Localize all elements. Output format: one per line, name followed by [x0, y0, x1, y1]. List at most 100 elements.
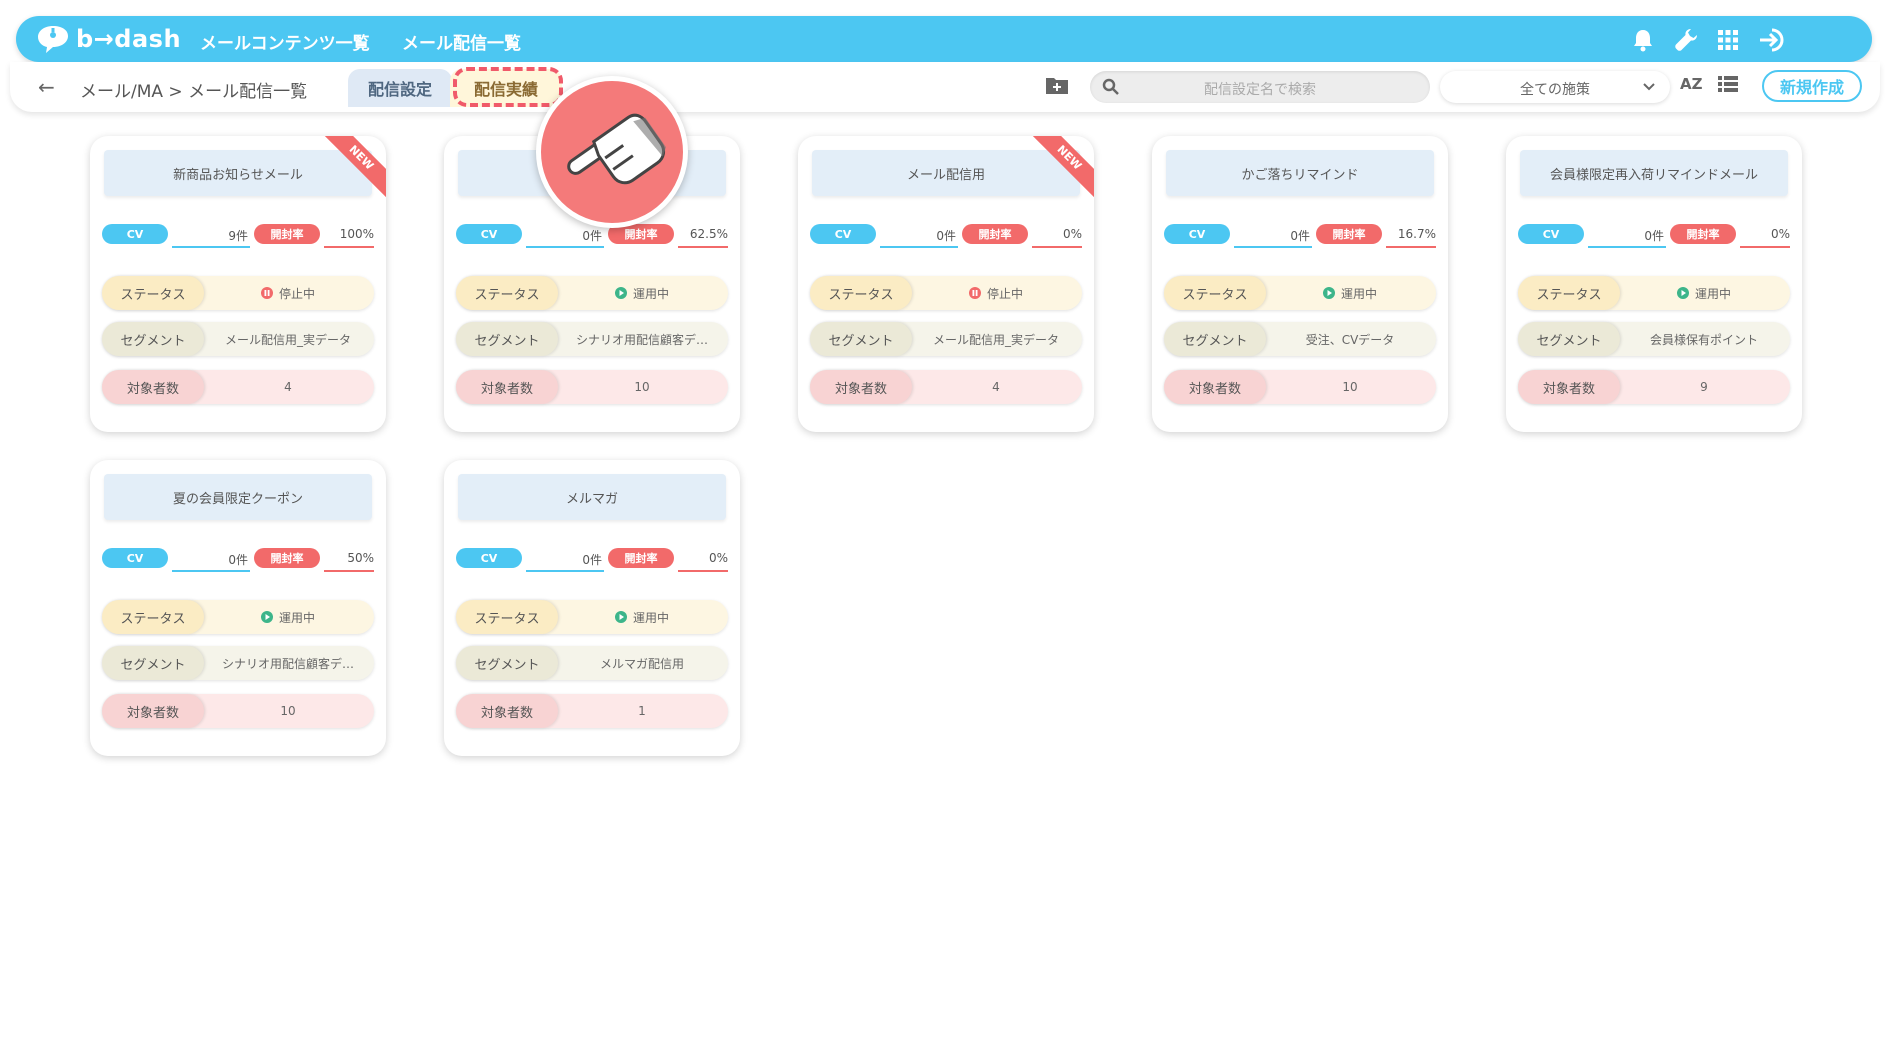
open-rate-value: 50%	[347, 551, 374, 565]
select-value: 全ての施策	[1520, 82, 1590, 98]
segment-label: セグメント	[102, 646, 204, 680]
target-row: 対象者数 1	[456, 694, 728, 728]
target-row: 対象者数 4	[810, 370, 1082, 404]
create-new-button[interactable]: 新規作成	[1762, 70, 1862, 102]
target-value: 9	[1700, 380, 1708, 394]
open-rate-value: 0%	[708, 551, 728, 565]
cv-badge: CV	[456, 224, 522, 244]
status-label: ステータス	[456, 276, 558, 310]
segment-row: セグメント 受注、CVデータ	[1164, 322, 1436, 356]
open-rate-value: 0%	[1770, 227, 1790, 241]
cv-underline	[172, 246, 250, 248]
nav-mail-delivery[interactable]: メール配信一覧	[402, 29, 521, 54]
bdash-logo[interactable]: b→dash	[36, 22, 181, 56]
apps-grid-icon[interactable]	[1713, 25, 1743, 55]
segment-label: セグメント	[1518, 322, 1620, 356]
cv-value: 0件	[1290, 229, 1310, 243]
target-row: 対象者数 10	[1164, 370, 1436, 404]
cv-underline	[526, 570, 604, 572]
segment-label: セグメント	[810, 322, 912, 356]
card-metrics: CV 0件 開封率 16.7%	[1164, 224, 1436, 248]
card-title: 会員様限定再入荷リマインドメール	[1520, 150, 1788, 196]
search-input[interactable]: 配信設定名で検索	[1090, 71, 1430, 103]
status-text: 運用中	[632, 286, 669, 301]
logo-text: b→dash	[76, 25, 182, 53]
open-rate-underline	[324, 570, 374, 572]
delivery-card[interactable]: 会員様限定再入荷リマインドメール CV 0件 開封率 0% ステータス 運用中 セグメント 会員…	[1506, 136, 1802, 432]
status-label: ステータス	[102, 600, 204, 634]
card-title: メール配信用	[812, 150, 1080, 196]
play-status-icon	[1322, 287, 1335, 299]
logout-icon[interactable]	[1758, 25, 1788, 55]
open-rate-badge: 開封率	[962, 224, 1028, 244]
segment-label: セグメント	[456, 646, 558, 680]
tab-delivery-settings[interactable]: 配信設定	[348, 69, 452, 107]
bell-icon[interactable]	[1628, 25, 1658, 55]
target-row: 対象者数 9	[1518, 370, 1790, 404]
list-view-icon[interactable]	[1718, 75, 1738, 97]
open-rate-underline	[1386, 246, 1436, 248]
status-row: ステータス 運用中	[1518, 276, 1790, 310]
open-rate-badge: 開封率	[1670, 224, 1736, 244]
open-rate-underline	[1740, 246, 1790, 248]
target-row: 対象者数 4	[102, 370, 374, 404]
nav-mail-contents[interactable]: メールコンテンツ一覧	[200, 29, 370, 54]
wrench-icon[interactable]	[1671, 25, 1701, 55]
status-value: 運用中	[208, 600, 368, 634]
cv-badge: CV	[1164, 224, 1230, 244]
delivery-card[interactable]: 夏の会員限定クーポン CV 0件 開封率 50% ステータス 運用中 セグメント シナリオ用配信…	[90, 460, 386, 756]
target-label: 対象者数	[456, 370, 558, 404]
sort-az-icon[interactable]: AZ	[1680, 75, 1703, 93]
segment-row: セグメント 会員様保有ポイント	[1518, 322, 1790, 356]
cv-value: 0件	[228, 553, 248, 567]
segment-row: セグメント メルマガ配信用	[456, 646, 728, 680]
target-value: 1	[638, 704, 646, 718]
segment-value: メール配信用_実データ	[224, 332, 351, 347]
status-value: 運用中	[1624, 276, 1784, 310]
target-row: 対象者数 10	[102, 694, 374, 728]
cv-value: 0件	[936, 229, 956, 243]
cv-underline	[172, 570, 250, 572]
segment-value: シナリオ用配信顧客デ…	[575, 332, 708, 347]
status-label: ステータス	[1164, 276, 1266, 310]
logo-bubble-icon	[38, 26, 68, 53]
card-metrics: CV 0件 開封率 50%	[102, 548, 374, 572]
card-title: 新商品お知らせメール	[104, 150, 372, 196]
top-nav-bar: b→dash メールコンテンツ一覧 メール配信一覧	[16, 16, 1872, 62]
pause-status-icon	[968, 287, 981, 299]
cv-badge: CV	[810, 224, 876, 244]
cv-badge: CV	[102, 224, 168, 244]
delivery-card[interactable]: かご落ちリマインド CV 0件 開封率 16.7% ステータス 運用中セグメント 受注、CVデ…	[1152, 136, 1448, 432]
status-row: ステータス 停止中	[810, 276, 1082, 310]
status-text: 運用中	[632, 610, 669, 625]
status-value: 運用中	[1270, 276, 1430, 310]
target-label: 対象者数	[456, 694, 558, 728]
segment-value: 受注、CVデータ	[1305, 332, 1395, 347]
target-value: 10	[634, 380, 650, 394]
cv-value: 0件	[582, 229, 602, 243]
cv-underline	[880, 246, 958, 248]
status-label: ステータス	[102, 276, 204, 310]
target-row: 対象者数 10	[456, 370, 728, 404]
status-text: 運用中	[278, 610, 315, 625]
segment-value: メール配信用_実データ	[932, 332, 1059, 347]
open-rate-underline	[1032, 246, 1082, 248]
delivery-card[interactable]: 新商品お知らせメール NEW CV 9件 開封率 100% ステータス 停止中 セグメント メール…	[90, 136, 386, 432]
target-label: 対象者数	[1164, 370, 1266, 404]
open-rate-value: 16.7%	[1397, 227, 1436, 241]
card-title: 夏の会員限定クーポン	[104, 474, 372, 520]
folder-add-icon[interactable]	[1045, 75, 1069, 99]
campaign-filter-select[interactable]: 全ての施策	[1440, 71, 1670, 103]
open-rate-value: 100%	[339, 227, 374, 241]
segment-label: セグメント	[456, 322, 558, 356]
back-arrow-icon[interactable]: ←	[38, 75, 55, 99]
segment-row: セグメント メール配信用_実データ	[810, 322, 1082, 356]
card-title: かご落ちリマインド	[1166, 150, 1434, 196]
delivery-card[interactable]: メルマガ CV 0件 開封率 0% ステータス 運用中 セグメント メルマガ配信用 対象者数 1	[444, 460, 740, 756]
search-placeholder: 配信設定名で検索	[1204, 82, 1316, 98]
delivery-card[interactable]: メール配信用 NEW CV 0件 開封率 0% ステータス 停止中 セグメント メール配信用_実デ…	[798, 136, 1094, 432]
status-value: 運用中	[562, 600, 722, 634]
card-metrics: CV 0件 開封率 62.5%	[456, 224, 728, 248]
card-title: メルマガ	[458, 474, 726, 520]
open-rate-badge: 開封率	[1316, 224, 1382, 244]
